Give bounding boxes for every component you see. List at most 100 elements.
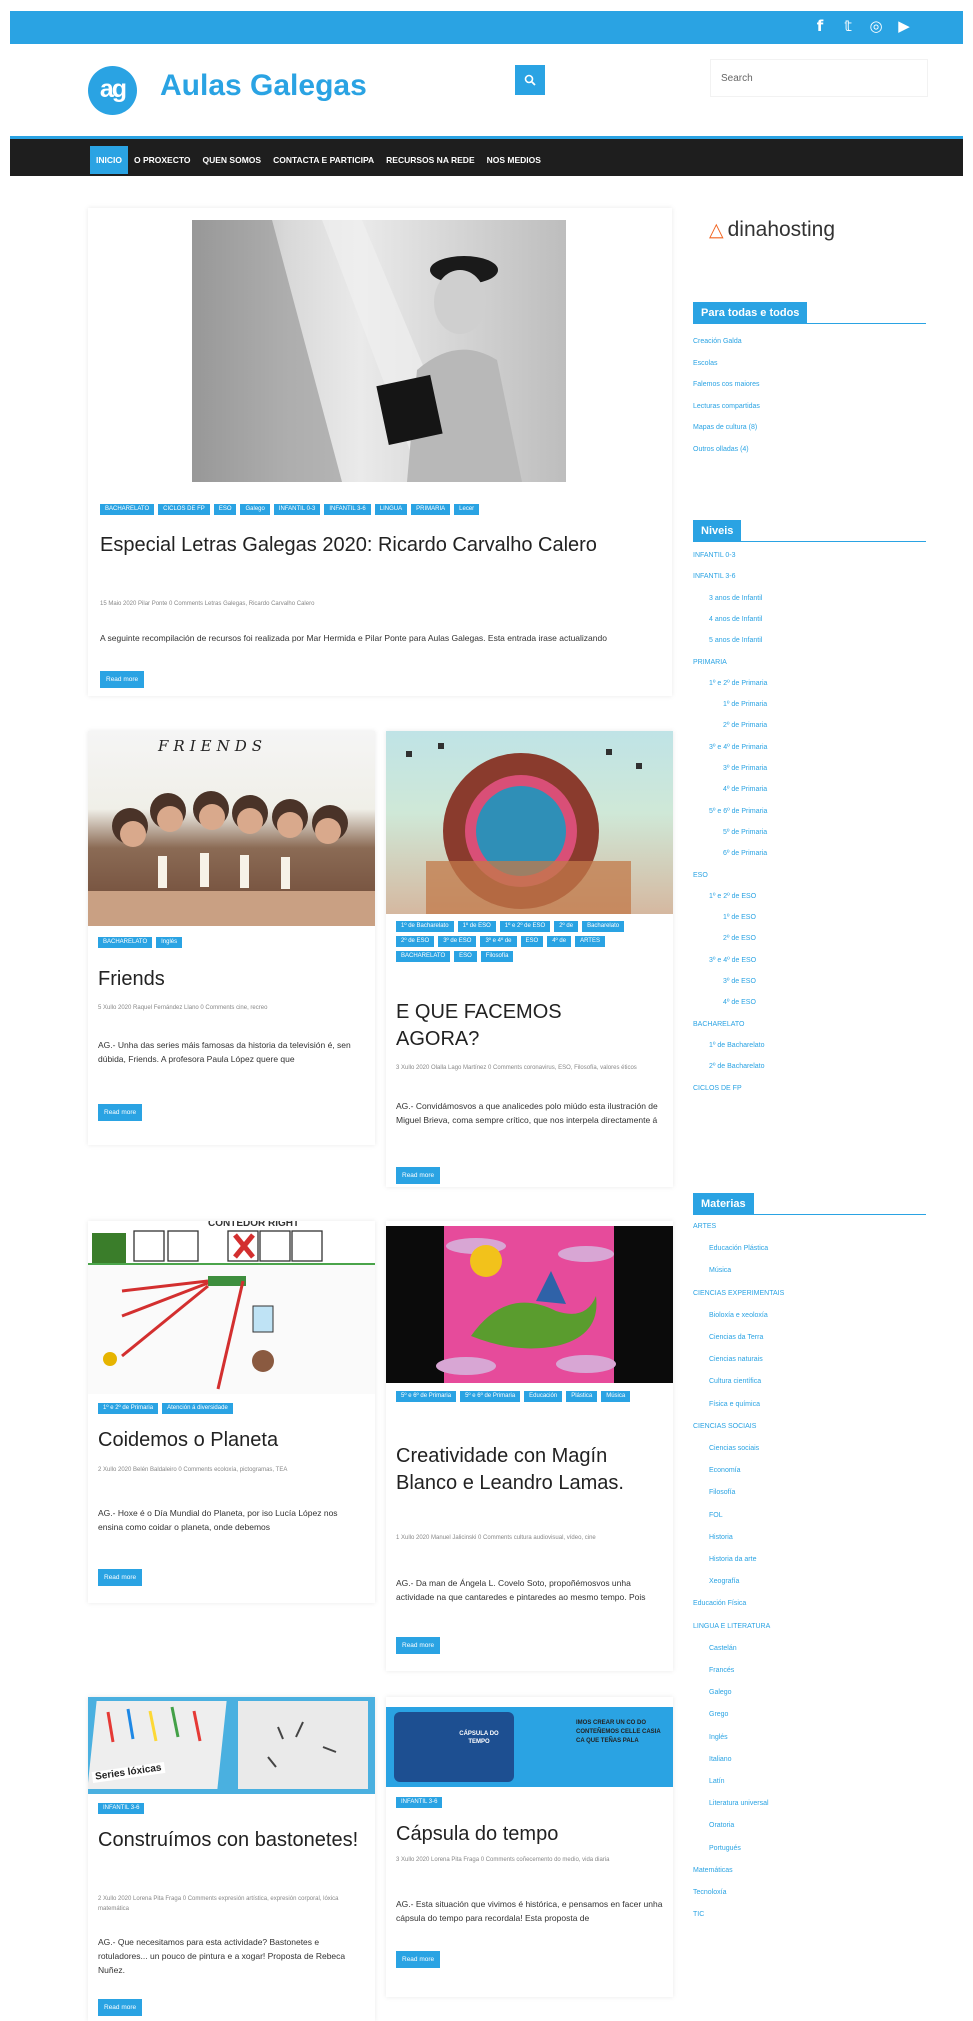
sponsor-logo[interactable]: △ dinahosting — [709, 218, 835, 242]
sidebar-link[interactable]: CICLOS DE FP — [693, 1085, 742, 1092]
sidebar-link[interactable]: Mapas de cultura (8) — [693, 424, 757, 431]
category-tag[interactable]: PRIMARIA — [411, 504, 451, 515]
sidebar-link[interactable]: INFANTIL 3-6 — [693, 573, 736, 580]
post-image[interactable]: Series lóxicas — [88, 1697, 375, 1794]
sidebar-link[interactable]: Creación Galda — [693, 338, 742, 345]
read-more-button[interactable]: Read more — [396, 1637, 441, 1654]
sidebar-link[interactable]: CIENCIAS SOCIAIS — [693, 1423, 756, 1430]
category-tag[interactable]: 5º e 6º de Primaria — [460, 1391, 521, 1402]
category-tag[interactable]: INFANTIL 0-3 — [273, 504, 321, 515]
sidebar-link[interactable]: 1º de ESO — [723, 914, 756, 921]
sidebar-link[interactable]: 3º e 4º de Primaria — [709, 744, 767, 751]
category-tag[interactable]: 2º de ESO — [396, 936, 435, 947]
twitter-icon[interactable]: 𝕥 — [841, 17, 855, 35]
sidebar-link[interactable]: Inglés — [709, 1734, 728, 1741]
post-title[interactable]: E QUE FACEMOS AGORA? — [396, 999, 626, 1052]
category-tag[interactable]: INFANTIL 3-6 — [324, 504, 371, 515]
category-tag[interactable]: ESO — [520, 936, 544, 947]
sidebar-link[interactable]: Filosofía — [709, 1489, 735, 1496]
nav-item-nos-medios[interactable]: NOS MEDIOS — [481, 146, 547, 174]
post-title[interactable]: Coidemos o Planeta — [98, 1427, 363, 1454]
category-tag[interactable]: ESO — [213, 504, 237, 515]
sidebar-link[interactable]: 1º de Bacharelato — [709, 1042, 764, 1049]
category-tag[interactable]: INFANTIL 3-6 — [98, 1803, 145, 1814]
category-tag[interactable]: 1º e 2º de ESO — [499, 921, 551, 932]
nav-item-recursos[interactable]: RECURSOS NA REDE — [380, 146, 480, 174]
sidebar-link[interactable]: 3º de ESO — [723, 978, 756, 985]
sidebar-link[interactable]: ESO — [693, 872, 708, 879]
sidebar-link[interactable]: CIENCIAS EXPERIMENTAIS — [693, 1290, 784, 1297]
read-more-button[interactable]: Read more — [98, 1569, 143, 1586]
read-more-button[interactable]: Read more — [98, 1999, 143, 2016]
featured-image[interactable] — [192, 220, 566, 482]
category-tag[interactable]: INFANTIL 3-6 — [396, 1797, 443, 1808]
read-more-button[interactable]: Read more — [396, 1951, 441, 1968]
category-tag[interactable]: Educación — [524, 1391, 563, 1402]
sidebar-link[interactable]: Tecnoloxía — [693, 1889, 726, 1896]
post-image[interactable]: CÁPSULA DO TEMPO IMOS CREAR UN CO DO CON… — [386, 1707, 673, 1787]
sidebar-link[interactable]: LINGUA E LITERATURA — [693, 1623, 770, 1630]
nav-item-contacta[interactable]: CONTACTA E PARTICIPA — [267, 146, 380, 174]
sidebar-link[interactable]: 1º e 2º de Primaria — [709, 680, 767, 687]
sidebar-link[interactable]: 2º de Bacharelato — [709, 1063, 764, 1070]
sidebar-link[interactable]: 3º e 4º de ESO — [709, 957, 756, 964]
category-tag[interactable]: BACHARELATO — [98, 937, 153, 948]
category-tag[interactable]: 1º de Bacharelato — [396, 921, 454, 932]
sidebar-link[interactable]: Literatura universal — [709, 1800, 769, 1807]
category-tag[interactable]: ARTES — [575, 936, 605, 947]
category-tag[interactable]: Música — [601, 1391, 631, 1402]
post-image[interactable]: FRIENDS — [88, 731, 375, 926]
category-tag[interactable]: Bacharelato — [582, 921, 625, 932]
site-logo[interactable]: ag — [88, 66, 137, 115]
sidebar-link[interactable]: Castelán — [709, 1645, 737, 1652]
search-button[interactable] — [515, 65, 545, 95]
sidebar-link[interactable]: FOL — [709, 1512, 723, 1519]
sidebar-link[interactable]: Educación Plástica — [709, 1245, 768, 1252]
sidebar-link[interactable]: INFANTIL 0-3 — [693, 552, 736, 559]
post-image[interactable] — [386, 1226, 673, 1383]
sidebar-link[interactable]: 3º de Primaria — [723, 765, 767, 772]
sidebar-link[interactable]: Escolas — [693, 360, 718, 367]
sidebar-link[interactable]: Educación Física — [693, 1600, 746, 1607]
category-tag[interactable]: Plástica — [566, 1391, 598, 1402]
sidebar-link[interactable]: 2º de Primaria — [723, 722, 767, 729]
sidebar-link[interactable]: Ciencias da Terra — [709, 1334, 763, 1341]
post-image[interactable] — [386, 731, 673, 914]
sidebar-link[interactable]: ARTES — [693, 1223, 716, 1230]
sidebar-link[interactable]: Historia da arte — [709, 1556, 756, 1563]
sidebar-link[interactable]: Francés — [709, 1667, 734, 1674]
sidebar-link[interactable]: Música — [709, 1267, 731, 1274]
sidebar-link[interactable]: Galego — [709, 1689, 732, 1696]
search-input[interactable] — [710, 59, 928, 97]
category-tag[interactable]: LINGUA — [374, 504, 408, 515]
sidebar-link[interactable]: 4º de ESO — [723, 999, 756, 1006]
sidebar-link[interactable]: Física e química — [709, 1401, 760, 1408]
category-tag[interactable]: Filosofía — [480, 951, 514, 962]
sidebar-link[interactable]: BACHARELATO — [693, 1021, 744, 1028]
read-more-button[interactable]: Read more — [98, 1104, 143, 1121]
instagram-icon[interactable]: ◎ — [869, 17, 883, 35]
category-tag[interactable]: 1º e 2º de Primaria — [98, 1403, 159, 1414]
category-tag[interactable]: BACHARELATO — [100, 504, 155, 515]
facebook-icon[interactable]: f — [813, 17, 827, 35]
sidebar-link[interactable]: 5 anos de Infantil — [709, 637, 762, 644]
category-tag[interactable]: 4º de — [547, 936, 572, 947]
sidebar-link[interactable]: 2º de ESO — [723, 935, 756, 942]
sidebar-link[interactable]: Ciencias naturais — [709, 1356, 763, 1363]
sidebar-link[interactable]: 5º e 6º de Primaria — [709, 808, 767, 815]
sidebar-link[interactable]: 4º de Primaria — [723, 786, 767, 793]
category-tag[interactable]: 2º de — [554, 921, 579, 932]
post-image[interactable]: CONTEDOR RIGHT — [88, 1221, 375, 1394]
sidebar-link[interactable]: Lecturas compartidas — [693, 403, 760, 410]
nav-item-inicio[interactable]: INICIO — [90, 146, 128, 174]
sidebar-link[interactable]: Economía — [709, 1467, 741, 1474]
post-title[interactable]: Especial Letras Galegas 2020: Ricardo Ca… — [100, 532, 640, 559]
sidebar-link[interactable]: Outros olladas (4) — [693, 446, 749, 453]
sidebar-link[interactable]: 1º e 2º de ESO — [709, 893, 756, 900]
category-tag[interactable]: 1º de ESO — [457, 921, 496, 932]
category-tag[interactable]: CICLOS DE FP — [158, 504, 210, 515]
category-tag[interactable]: BACHARELATO — [396, 951, 451, 962]
post-title[interactable]: Creatividade con Magín Blanco e Leandro … — [396, 1443, 666, 1496]
nav-item-quen-somos[interactable]: QUEN SOMOS — [197, 146, 268, 174]
sidebar-link[interactable]: Xeografía — [709, 1578, 739, 1585]
